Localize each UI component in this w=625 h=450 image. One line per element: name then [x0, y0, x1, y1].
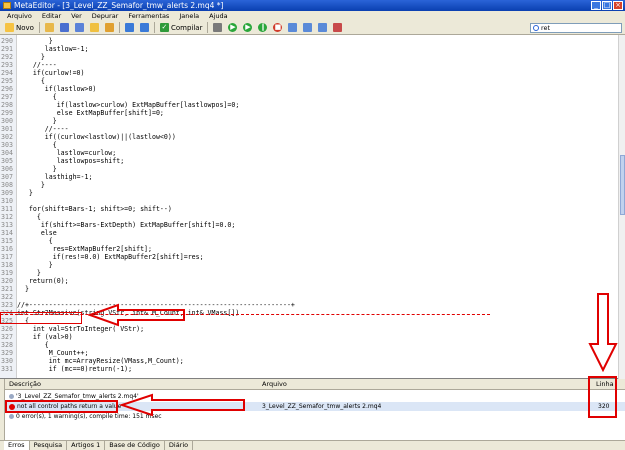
toolbar-separator — [118, 22, 120, 33]
maximize-icon[interactable]: □ — [602, 1, 612, 10]
menu-arquivo[interactable]: Arquivo — [2, 11, 37, 21]
app-icon — [3, 2, 11, 9]
compile-button-label: Compilar — [170, 23, 203, 32]
column-arquivo[interactable]: Arquivo — [262, 379, 287, 390]
resume-icon: ▶ — [243, 23, 253, 32]
step-over-icon — [303, 23, 313, 32]
tab-base-de-codigo[interactable]: Base de Código — [105, 441, 165, 450]
tab-erros[interactable]: Erros — [4, 441, 30, 450]
window-title: MetaEditor - [3_Level_ZZ_Semafor_tmw_ale… — [14, 1, 224, 10]
tab-artigos[interactable]: Artigos 1 — [67, 441, 106, 450]
indent-icon — [124, 23, 134, 32]
compile-button[interactable]: ✓ Compilar — [157, 22, 206, 34]
code-text: if (mc==0)return(-1); — [17, 365, 133, 373]
search-value: ret — [541, 24, 551, 32]
editor-scrollbar[interactable] — [618, 35, 625, 379]
menu-ver[interactable]: Ver — [66, 11, 87, 21]
navigator-button[interactable] — [87, 22, 102, 34]
pause-button[interactable]: ‖ — [255, 22, 270, 34]
step-over-button[interactable] — [300, 22, 315, 34]
toolbar-separator — [207, 22, 209, 33]
start-button[interactable]: ▶ — [225, 22, 240, 34]
toolbox-icon — [104, 23, 114, 32]
new-file-icon — [5, 23, 14, 32]
new-button[interactable]: Novo — [2, 22, 37, 34]
new-button-label: Novo — [16, 23, 34, 32]
toolbox-button[interactable] — [102, 22, 117, 34]
outdent-icon — [139, 23, 149, 32]
stop-icon: ■ — [273, 23, 283, 32]
annotation-warning-highlight — [5, 400, 118, 413]
code-line[interactable]: 331 if (mc==0)return(-1); — [0, 364, 625, 374]
toolbar-separator — [153, 22, 155, 33]
panel-header: Descrição Arquivo Linha — [0, 379, 625, 390]
close-icon[interactable]: × — [613, 1, 623, 10]
debug-icon — [213, 23, 223, 32]
menu-editar[interactable]: Editar — [37, 11, 66, 21]
annotation-arrow-warning — [120, 393, 245, 417]
step-out-button[interactable] — [315, 22, 330, 34]
profiler-icon — [333, 23, 343, 32]
annotation-return-highlight — [0, 312, 82, 324]
search-input[interactable]: ret — [530, 23, 622, 33]
play-icon: ▶ — [228, 23, 238, 32]
step-out-icon — [318, 23, 328, 32]
annotation-line-column-highlight — [588, 376, 617, 418]
menu-ajuda[interactable]: Ajuda — [204, 11, 232, 21]
minimize-icon[interactable]: _ — [591, 1, 601, 10]
file-icon — [9, 394, 14, 399]
code-editor[interactable]: 290 } 291 lastlow=-1; 292 } 293 //---- 294 i… — [0, 35, 625, 379]
info-icon — [9, 414, 14, 419]
metaeditor-window: MetaEditor - [3_Level_ZZ_Semafor_tmw_ale… — [0, 0, 625, 450]
toolbar-separator — [38, 22, 40, 33]
step-into-icon — [288, 23, 298, 32]
profiler-button[interactable] — [330, 22, 345, 34]
navigator-icon — [89, 23, 99, 32]
folder-icon — [44, 23, 54, 32]
outdent-button[interactable] — [137, 22, 152, 34]
open-button[interactable] — [42, 22, 57, 34]
debug-button[interactable] — [210, 22, 225, 34]
menu-ferramentas[interactable]: Ferramentas — [123, 11, 174, 21]
save-all-button[interactable] — [72, 22, 87, 34]
badge-artigos: 1 — [96, 441, 101, 449]
annotation-arrow-down — [588, 293, 618, 372]
compile-icon: ✓ — [159, 23, 169, 32]
indent-button[interactable] — [122, 22, 137, 34]
menu-depurar[interactable]: Depurar — [87, 11, 124, 21]
tab-pesquisa[interactable]: Pesquisa — [30, 441, 68, 450]
window-controls: _ □ × — [591, 1, 623, 10]
resume-button[interactable]: ▶ — [240, 22, 255, 34]
save-button[interactable] — [57, 22, 72, 34]
save-all-icon — [74, 23, 84, 32]
column-descricao[interactable]: Descrição — [9, 379, 41, 390]
save-icon — [59, 23, 69, 32]
step-into-button[interactable] — [285, 22, 300, 34]
search-icon — [533, 25, 539, 31]
panel-tabs: Erros Pesquisa Artigos 1 Base de Código … — [0, 440, 625, 450]
list-item[interactable]: 0 error(s), 1 warning(s), compile time: … — [0, 412, 625, 421]
warning-file: 3_Level_ZZ_Semafor_tmw_alerts 2.mq4 — [262, 403, 382, 410]
menu-bar: Arquivo Editar Ver Depurar Ferramentas J… — [0, 11, 625, 21]
scrollbar-thumb[interactable] — [620, 155, 625, 215]
title-bar: MetaEditor - [3_Level_ZZ_Semafor_tmw_ale… — [0, 0, 625, 11]
stop-button[interactable]: ■ — [270, 22, 285, 34]
pause-icon: ‖ — [258, 23, 268, 32]
line-number: 331 — [1, 365, 13, 373]
menu-janela[interactable]: Janela — [174, 11, 204, 21]
annotation-arrow-return — [88, 303, 185, 327]
tab-diario[interactable]: Diário — [165, 441, 194, 450]
